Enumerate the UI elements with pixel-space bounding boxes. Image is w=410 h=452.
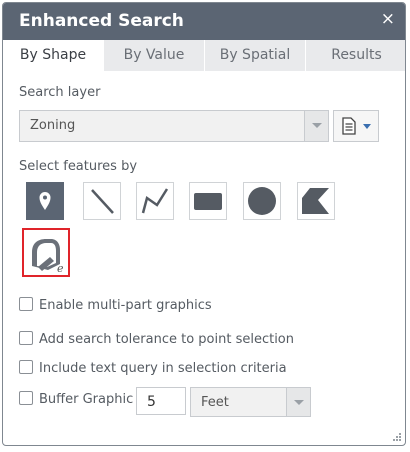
polyline-tool-button[interactable] [136,182,174,220]
svg-text:e: e [57,262,64,275]
buffer-unit-value: Feet [201,395,229,410]
eraser-tool-button[interactable]: e [22,228,70,277]
line-icon [91,189,114,214]
polygon-icon [302,188,329,214]
buffer-unit-select[interactable]: Feet [190,387,311,417]
search-layer-value: Zoning [30,118,76,133]
circle-tool-button[interactable] [243,182,281,220]
eraser-icon: e [32,239,64,275]
circle-icon [248,187,276,215]
multipart-label: Enable multi-part graphics [39,298,212,313]
enhanced-search-panel: Enhanced Search × By Shape By Value By S… [2,2,406,446]
buffer-distance-input[interactable]: 5 [136,387,186,415]
polyline-icon [141,188,169,214]
text-query-checkbox[interactable] [19,360,33,374]
tab-by-shape[interactable]: By Shape [3,40,104,71]
extent-icon [194,193,222,210]
tab-by-spatial[interactable]: By Spatial [205,40,306,71]
layer-options-button[interactable] [333,110,379,142]
multipart-checkbox[interactable] [19,297,33,311]
text-query-label: Include text query in selection criteria [39,361,287,376]
tab-by-value[interactable]: By Value [104,40,205,71]
search-layer-select[interactable]: Zoning [19,110,329,142]
document-icon [342,117,371,135]
tab-bar: By Shape By Value By Spatial Results [3,40,405,71]
tab-results[interactable]: Results [306,40,405,71]
line-tool-button[interactable] [83,182,121,220]
select-features-label: Select features by [19,159,138,174]
extent-tool-button[interactable] [189,182,227,220]
title-bar: Enhanced Search × [3,3,405,40]
resize-grip-icon[interactable] [393,433,401,441]
search-layer-label: Search layer [19,85,101,100]
close-icon[interactable]: × [381,11,395,28]
panel-title: Enhanced Search [19,11,184,31]
chevron-down-icon[interactable] [304,111,328,141]
point-tool-button[interactable] [26,182,64,220]
point-icon [39,192,51,210]
buffer-label: Buffer Graphic [39,392,134,407]
polygon-tool-button[interactable] [297,182,335,220]
tolerance-label: Add search tolerance to point selection [39,332,295,347]
tolerance-checkbox[interactable] [19,331,33,345]
buffer-checkbox[interactable] [19,391,33,405]
chevron-down-icon[interactable] [286,388,310,416]
